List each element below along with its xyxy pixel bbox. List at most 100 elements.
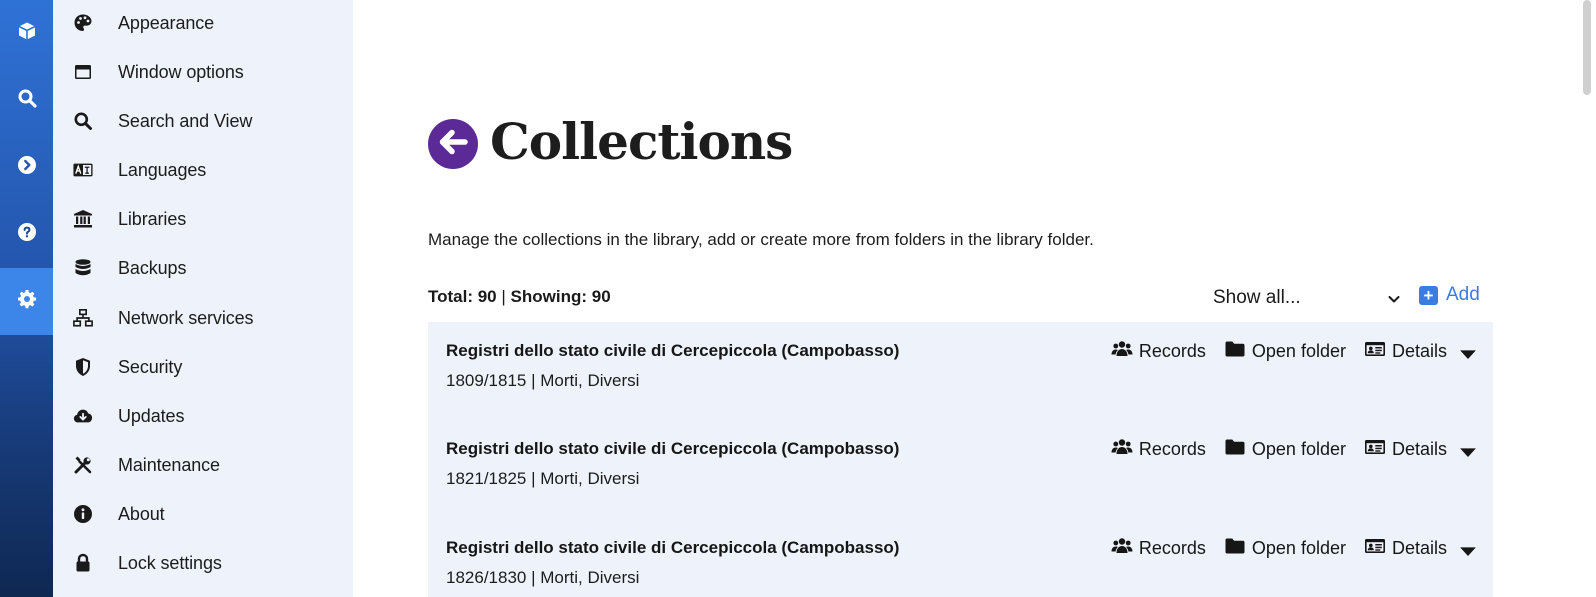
collection-totals: Total: 90 | Showing: 90 xyxy=(428,287,611,307)
sidebar-item-label: Window options xyxy=(118,61,244,82)
arrow-left-icon xyxy=(436,125,470,164)
open-folder-label: Open folder xyxy=(1251,537,1346,558)
sidebar-item-label: Search and View xyxy=(118,110,253,131)
rail-go-button[interactable] xyxy=(0,134,53,201)
totals-separator: | xyxy=(501,287,506,306)
rail-search-button[interactable] xyxy=(0,67,53,134)
network-icon xyxy=(71,306,95,330)
sidebar-item-security[interactable]: Security xyxy=(53,347,353,387)
page-description: Manage the collections in the library, a… xyxy=(428,230,1094,249)
sidebar-item-languages[interactable]: Languages xyxy=(53,150,353,190)
page-title: Collections xyxy=(490,112,793,171)
id-card-icon xyxy=(1364,536,1386,561)
language-icon xyxy=(71,158,95,182)
sidebar-item-updates[interactable]: Updates xyxy=(53,396,353,436)
records-label: Records xyxy=(1138,438,1206,459)
collection-row: Registri dello stato civile di Cercepicc… xyxy=(428,322,1493,420)
collection-actions: Records Open folder Details xyxy=(1111,339,1476,364)
add-collection-button[interactable]: + Add xyxy=(1419,281,1480,309)
sidebar-item-label: Security xyxy=(118,356,183,377)
sidebar-item-appearance[interactable]: Appearance xyxy=(53,3,353,43)
sidebar-item-window-options[interactable]: Window options xyxy=(53,52,353,92)
sidebar-item-label: Updates xyxy=(118,405,185,426)
sidebar-item-backups[interactable]: Backups xyxy=(53,248,353,288)
collection-actions: Records Open folder Details xyxy=(1111,536,1476,561)
open-folder-label: Open folder xyxy=(1251,438,1346,459)
sidebar-item-about[interactable]: About xyxy=(53,494,353,534)
info-icon xyxy=(71,502,95,526)
details-dropdown[interactable]: Details xyxy=(1364,437,1476,462)
sidebar-item-label: Libraries xyxy=(118,208,187,229)
records-button[interactable]: Records xyxy=(1111,536,1206,561)
sidebar-item-label: Backups xyxy=(118,257,187,278)
scrollbar-thumb[interactable] xyxy=(1583,0,1591,95)
database-icon xyxy=(71,256,95,280)
collections-list: Registri dello stato civile di Cercepicc… xyxy=(428,322,1493,597)
sidebar-item-lock-settings[interactable]: Lock settings xyxy=(53,543,353,583)
open-folder-button[interactable]: Open folder xyxy=(1224,536,1346,561)
collection-row: Registri dello stato civile di Cercepicc… xyxy=(428,420,1493,518)
gear-icon xyxy=(17,289,37,314)
rail-settings-button[interactable] xyxy=(0,268,53,335)
users-icon xyxy=(1111,339,1133,364)
rail-help-button[interactable] xyxy=(0,201,53,268)
sidebar-item-search-and-view[interactable]: Search and View xyxy=(53,101,353,141)
sidebar-item-label: Lock settings xyxy=(118,552,222,573)
sidebar-item-label: Network services xyxy=(118,307,254,328)
sidebar-item-label: Languages xyxy=(118,159,207,180)
caret-down-icon xyxy=(1457,344,1476,359)
collection-row: Registri dello stato civile di Cercepicc… xyxy=(428,519,1493,597)
open-folder-button[interactable]: Open folder xyxy=(1224,339,1346,364)
records-label: Records xyxy=(1138,537,1206,558)
sidebar-item-label: Maintenance xyxy=(118,454,220,475)
users-icon xyxy=(1111,536,1133,561)
settings-sidebar: Appearance Window options Search and Vie… xyxy=(53,0,353,597)
collection-actions: Records Open folder Details xyxy=(1111,437,1476,462)
show-filter-select[interactable]: Show all... xyxy=(1213,283,1413,313)
shield-icon xyxy=(71,355,95,379)
sidebar-item-label: About xyxy=(118,503,165,524)
folder-icon xyxy=(1224,339,1246,364)
collection-subtitle: 1809/1815 | Morti, Diversi xyxy=(446,371,640,390)
rail-cube-button[interactable] xyxy=(0,0,53,67)
details-dropdown[interactable]: Details xyxy=(1364,339,1476,364)
sidebar-item-label: Appearance xyxy=(118,12,215,33)
sidebar-item-libraries[interactable]: Libraries xyxy=(53,199,353,239)
details-label: Details xyxy=(1391,340,1447,361)
records-button[interactable]: Records xyxy=(1111,437,1206,462)
add-button-label: Add xyxy=(1446,284,1480,305)
main-content: Collections Manage the collections in th… xyxy=(353,0,1573,597)
plus-square-icon: + xyxy=(1419,285,1438,305)
sidebar-item-network-services[interactable]: Network services xyxy=(53,298,353,338)
cloud-download-icon xyxy=(71,404,95,428)
library-icon xyxy=(71,207,95,231)
chevron-right-circle-icon xyxy=(17,155,37,180)
showing-count: Showing: 90 xyxy=(510,287,611,306)
lock-icon xyxy=(71,551,95,575)
records-button[interactable]: Records xyxy=(1111,339,1206,364)
total-count: Total: 90 xyxy=(428,287,497,306)
window-icon xyxy=(71,60,95,84)
folder-icon xyxy=(1224,437,1246,462)
collection-subtitle: 1826/1830 | Morti, Diversi xyxy=(446,568,640,587)
help-circle-icon xyxy=(17,222,37,247)
cube-icon xyxy=(17,21,37,46)
collection-subtitle: 1821/1825 | Morti, Diversi xyxy=(446,469,640,488)
chevron-down-icon xyxy=(1387,290,1401,304)
palette-icon xyxy=(71,11,95,35)
users-icon xyxy=(1111,437,1133,462)
records-label: Records xyxy=(1138,340,1206,361)
sidebar-item-maintenance[interactable]: Maintenance xyxy=(53,445,353,485)
caret-down-icon xyxy=(1457,541,1476,556)
id-card-icon xyxy=(1364,339,1386,364)
filter-selected-value: Show all... xyxy=(1213,287,1301,308)
back-button[interactable] xyxy=(428,119,478,169)
collection-title: Registri dello stato civile di Cercepicc… xyxy=(446,341,900,360)
open-folder-button[interactable]: Open folder xyxy=(1224,437,1346,462)
caret-down-icon xyxy=(1457,442,1476,457)
collection-title: Registri dello stato civile di Cercepicc… xyxy=(446,439,900,458)
details-label: Details xyxy=(1391,438,1447,459)
details-dropdown[interactable]: Details xyxy=(1364,536,1476,561)
folder-icon xyxy=(1224,536,1246,561)
id-card-icon xyxy=(1364,437,1386,462)
